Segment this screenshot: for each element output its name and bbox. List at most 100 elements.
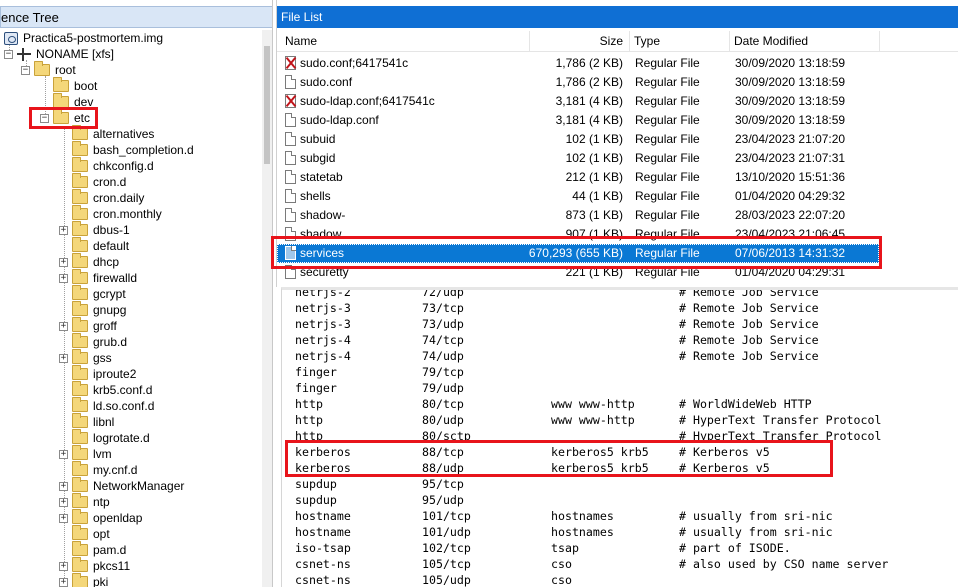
column-size[interactable]: Size [530,31,630,52]
tree-node-label: iproute2 [93,367,137,381]
expand-toggle[interactable]: + [59,481,68,491]
file-icon [285,151,296,165]
tree-node-image[interactable]: Practica5-postmortem.img [4,30,163,46]
service-comment: # part of ISODE. [679,541,791,555]
tree-node-folder[interactable]: my.cnf.d [59,461,137,478]
expand-toggle[interactable]: + [59,225,68,235]
tree-node-folder[interactable]: + groff [59,317,117,334]
expand-toggle[interactable]: + [59,273,68,283]
tree-node-folder[interactable]: krb5.conf.d [59,381,152,398]
evidence-tree-pane: ence Tree Practica5-postmortem.img − NON… [0,0,273,587]
file-row[interactable]: sudo-ldap.conf;6417541c 3,181 (4 KB) Regul… [277,92,879,111]
tree-node-label: lvm [93,447,112,461]
tree-node-folder[interactable]: default [59,237,130,254]
etc-highlight-box [29,107,98,129]
collapse-toggle[interactable]: − [21,65,30,75]
column-type[interactable]: Type [630,31,730,52]
tree-node-folder[interactable]: iproute2 [59,365,137,382]
tree-node-folder[interactable]: opt [59,525,110,542]
file-type: Regular File [635,94,700,108]
folder-icon [72,509,88,524]
tree-node-label: libnl [93,415,115,429]
tree-node-folder[interactable]: cron.monthly [59,205,162,222]
expand-toggle[interactable]: + [59,497,68,507]
tree-node-folder[interactable]: gcrypt [59,285,126,302]
file-name: subuid [300,132,336,146]
tree-scrollbar-thumb[interactable] [264,46,270,164]
tree-node-label: chkconfig.d [93,159,154,173]
file-row[interactable]: statetab 212 (1 KB) Regular File 13/10/2020… [277,168,879,187]
tree-node-folder[interactable]: + ntp [59,493,110,510]
folder-icon [72,237,88,252]
tree-node-folder[interactable]: libnl [59,413,115,430]
file-row[interactable]: shadow- 873 (1 KB) Regular File 28/03/2023 … [277,206,879,225]
service-name: hostname [295,525,351,539]
expand-toggle[interactable]: + [59,577,68,587]
folder-icon [72,189,88,204]
service-port: 95/tcp [422,477,464,491]
expand-toggle[interactable]: + [59,561,68,571]
disk-image-icon [4,31,18,45]
folder-icon [72,397,88,412]
tree-node-folder[interactable]: + dhcp [59,253,119,270]
folder-icon [72,141,88,156]
tree-node-root[interactable]: − root [21,61,76,78]
expand-toggle[interactable]: + [59,321,68,331]
tree-node-folder[interactable]: bash_completion.d [59,141,194,158]
collapse-toggle[interactable]: − [4,49,13,59]
tree-node-folder[interactable]: + pkcs11 [59,557,130,574]
tree-node-folder[interactable]: chkconfig.d [59,157,154,174]
tree-node-folder[interactable]: logrotate.d [59,429,150,446]
tree-node-folder[interactable]: boot [40,77,97,94]
tree-node-folder[interactable]: + NetworkManager [59,477,185,494]
tree-node-label: dbus-1 [93,223,130,237]
tree-node-folder[interactable]: gnupg [59,301,126,318]
tree-node-folder[interactable]: cron.daily [59,189,144,206]
expand-toggle[interactable]: + [59,449,68,459]
service-port: 80/tcp [422,397,464,411]
tree-node-label: NetworkManager [93,479,185,493]
tree-node-folder[interactable]: ld.so.conf.d [59,397,154,414]
folder-icon [72,125,88,140]
column-date-modified[interactable]: Date Modified [730,31,880,52]
file-row[interactable]: sudo.conf 1,786 (2 KB) Regular File 30/09/2… [277,73,879,92]
tree-node-folder[interactable]: + gss [59,349,112,366]
service-name: csnet-ns [295,557,351,571]
file-row[interactable]: sudo-ldap.conf 3,181 (4 KB) Regular File 30… [277,111,879,130]
content-line: supdup 95/tcp [295,477,955,493]
tree-node-folder[interactable]: + pki [59,573,108,587]
tree-node-folder[interactable]: grub.d [59,333,127,350]
file-type: Regular File [635,151,700,165]
file-row[interactable]: subgid 102 (1 KB) Regular File 23/04/2023 2… [277,149,879,168]
file-row[interactable]: sudo.conf;6417541c 1,786 (2 KB) Regular Fi… [277,54,879,73]
file-row[interactable]: shells 44 (1 KB) Regular File 01/04/2020 04… [277,187,879,206]
tree-node-folder[interactable]: + dbus-1 [59,221,130,238]
file-row[interactable]: subuid 102 (1 KB) Regular File 23/04/2023 2… [277,130,879,149]
service-name: netrjs-4 [295,349,351,363]
expand-toggle[interactable]: + [59,353,68,363]
file-icon [285,113,296,127]
file-icon [285,75,296,89]
tree-node-folder[interactable]: + openldap [59,509,142,526]
file-icon [285,132,296,146]
tree-node-volume[interactable]: − NONAME [xfs] [4,46,114,62]
tree-node-label: default [93,239,130,253]
tree-scrollbar[interactable] [262,30,272,587]
service-name: netrjs-3 [295,317,351,331]
tree-node-label: gss [93,351,112,365]
tree-node-folder[interactable]: pam.d [59,541,126,558]
tree-node-folder[interactable]: + lvm [59,445,112,462]
service-aliases: www www-http [551,413,635,427]
file-date-modified: 30/09/2020 13:18:59 [735,75,846,89]
kerberos-highlight-box [285,440,833,477]
expand-toggle[interactable]: + [59,257,68,267]
tree-node-folder[interactable]: + firewalld [59,269,137,286]
column-name[interactable]: Name [277,31,530,52]
folder-icon [72,429,88,444]
file-content-viewer[interactable]: netrjs-2 72/udp # Remote Job Service netrjs… [281,287,958,587]
tree-node-folder[interactable]: cron.d [59,173,126,190]
content-line: csnet-ns 105/tcp cso # also used by CSO nam… [295,557,955,573]
tree-node-label: ntp [93,495,110,509]
expand-toggle[interactable]: + [59,513,68,523]
service-aliases: www www-http [551,397,635,411]
